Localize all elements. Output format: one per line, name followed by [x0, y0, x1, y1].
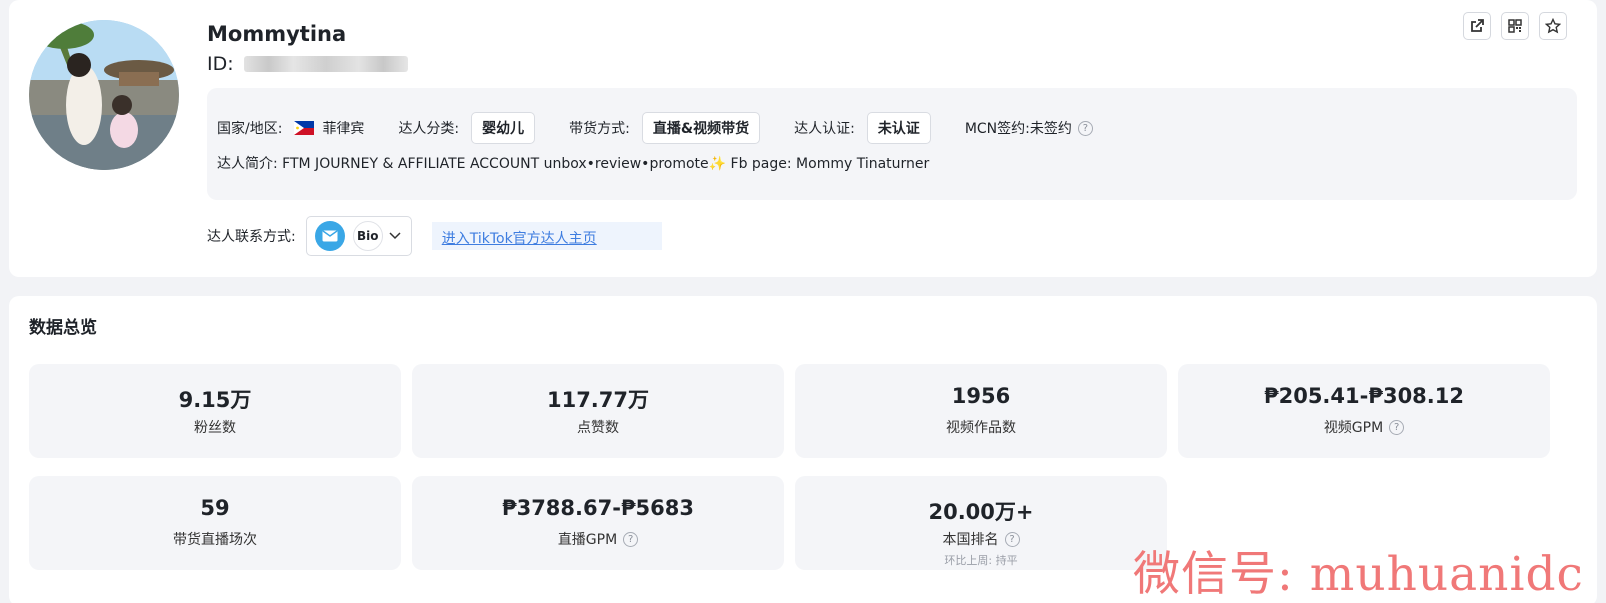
- id-redacted: [243, 56, 408, 72]
- category-segment: 达人分类: 婴幼儿: [398, 112, 536, 144]
- email-icon[interactable]: [314, 221, 345, 251]
- qr-code-icon[interactable]: [1501, 12, 1529, 40]
- top-actions: [1463, 12, 1567, 40]
- stat-videos: 1956 视频作品数: [795, 364, 1167, 458]
- stat-value: 59: [200, 496, 230, 520]
- sales-label: 带货方式:: [569, 121, 630, 137]
- contact-label: 达人联系方式:: [207, 229, 296, 245]
- info-row: 国家/地区: 菲律宾 达人分类: 婴幼儿 带货方式: 直播&视频带货 达人认证:…: [217, 112, 1127, 144]
- avatar: [29, 20, 179, 170]
- mcn-label: MCN签约:: [964, 121, 1030, 137]
- stat-video-gpm: ₱205.41-₱308.12 视频GPM?: [1178, 364, 1550, 458]
- help-icon[interactable]: ?: [1389, 419, 1405, 435]
- stat-live-sessions: 59 带货直播场次: [29, 476, 401, 570]
- stat-label: 视频作品数: [946, 420, 1016, 436]
- mcn-segment: MCN签约: 未签约 ?: [965, 118, 1093, 138]
- help-icon[interactable]: ?: [1004, 531, 1020, 547]
- profile-card: Mommytina ID: 国家/地区: 菲律宾 达人分类: 婴幼儿 带货方式:…: [9, 0, 1597, 277]
- id-row: ID:: [207, 53, 408, 75]
- category-label: 达人分类:: [398, 121, 460, 137]
- help-icon[interactable]: ?: [623, 531, 639, 547]
- sales-tag: 直播&视频带货: [641, 112, 761, 144]
- stat-label: 视频GPM: [1323, 420, 1384, 436]
- stat-value: 20.00万+: [928, 500, 1034, 524]
- watermark: 微信号: muhuanidc: [1133, 547, 1584, 602]
- section-title: 数据总览: [29, 318, 97, 338]
- stat-likes: 117.77万 点赞数: [412, 364, 784, 458]
- cert-tag: 未认证: [866, 112, 931, 144]
- stat-label: 点赞数: [577, 420, 619, 436]
- sales-segment: 带货方式: 直播&视频带货: [569, 112, 761, 144]
- info-box: 国家/地区: 菲律宾 达人分类: 婴幼儿 带货方式: 直播&视频带货 达人认证:…: [207, 88, 1577, 200]
- stat-value: ₱205.41-₱308.12: [1263, 384, 1464, 408]
- stat-value: 9.15万: [178, 388, 252, 412]
- stat-country-rank: 20.00万+ 本国排名? 环比上周: 持平: [795, 476, 1167, 570]
- id-label: ID:: [207, 53, 234, 75]
- stat-label: 直播GPM: [557, 532, 618, 548]
- help-icon[interactable]: ?: [1077, 120, 1093, 136]
- country-value: 菲律宾: [322, 121, 365, 137]
- cert-segment: 达人认证: 未认证: [794, 112, 931, 144]
- star-icon[interactable]: [1539, 12, 1567, 40]
- stat-followers: 9.15万 粉丝数: [29, 364, 401, 458]
- bio-icon[interactable]: Bio: [352, 221, 383, 251]
- intro-value: FTM JOURNEY & AFFILIATE ACCOUNT unbox•re…: [282, 156, 930, 172]
- stat-label: 本国排名: [942, 532, 999, 548]
- intro-label: 达人简介:: [217, 156, 278, 172]
- stat-label: 带货直播场次: [173, 532, 257, 548]
- creator-name: Mommytina: [207, 22, 347, 46]
- mcn-value: 未签约: [1029, 121, 1072, 137]
- stat-sub: 环比上周: 持平: [944, 554, 1018, 567]
- contact-dropdown[interactable]: Bio: [305, 216, 412, 256]
- stat-live-gpm: ₱3788.67-₱5683 直播GPM?: [412, 476, 784, 570]
- country-segment: 国家/地区: 菲律宾: [217, 118, 364, 138]
- contact-row: 达人联系方式: Bio 进入TikTok官方达人主页: [207, 216, 662, 256]
- external-link-icon[interactable]: [1463, 12, 1491, 40]
- category-tag: 婴幼儿: [471, 112, 536, 144]
- stat-value: 117.77万: [546, 388, 650, 412]
- cert-label: 达人认证:: [794, 121, 855, 137]
- philippines-flag-icon: [294, 121, 315, 135]
- stat-value: ₱3788.67-₱5683: [501, 496, 695, 520]
- chevron-down-icon[interactable]: [389, 232, 401, 240]
- stat-label: 粉丝数: [194, 420, 236, 436]
- stat-value: 1956: [951, 384, 1011, 408]
- country-label: 国家/地区:: [217, 121, 283, 137]
- intro-row: 达人简介: FTM JOURNEY & AFFILIATE ACCOUNT un…: [217, 153, 929, 173]
- tiktok-profile-link[interactable]: 进入TikTok官方达人主页: [431, 222, 662, 250]
